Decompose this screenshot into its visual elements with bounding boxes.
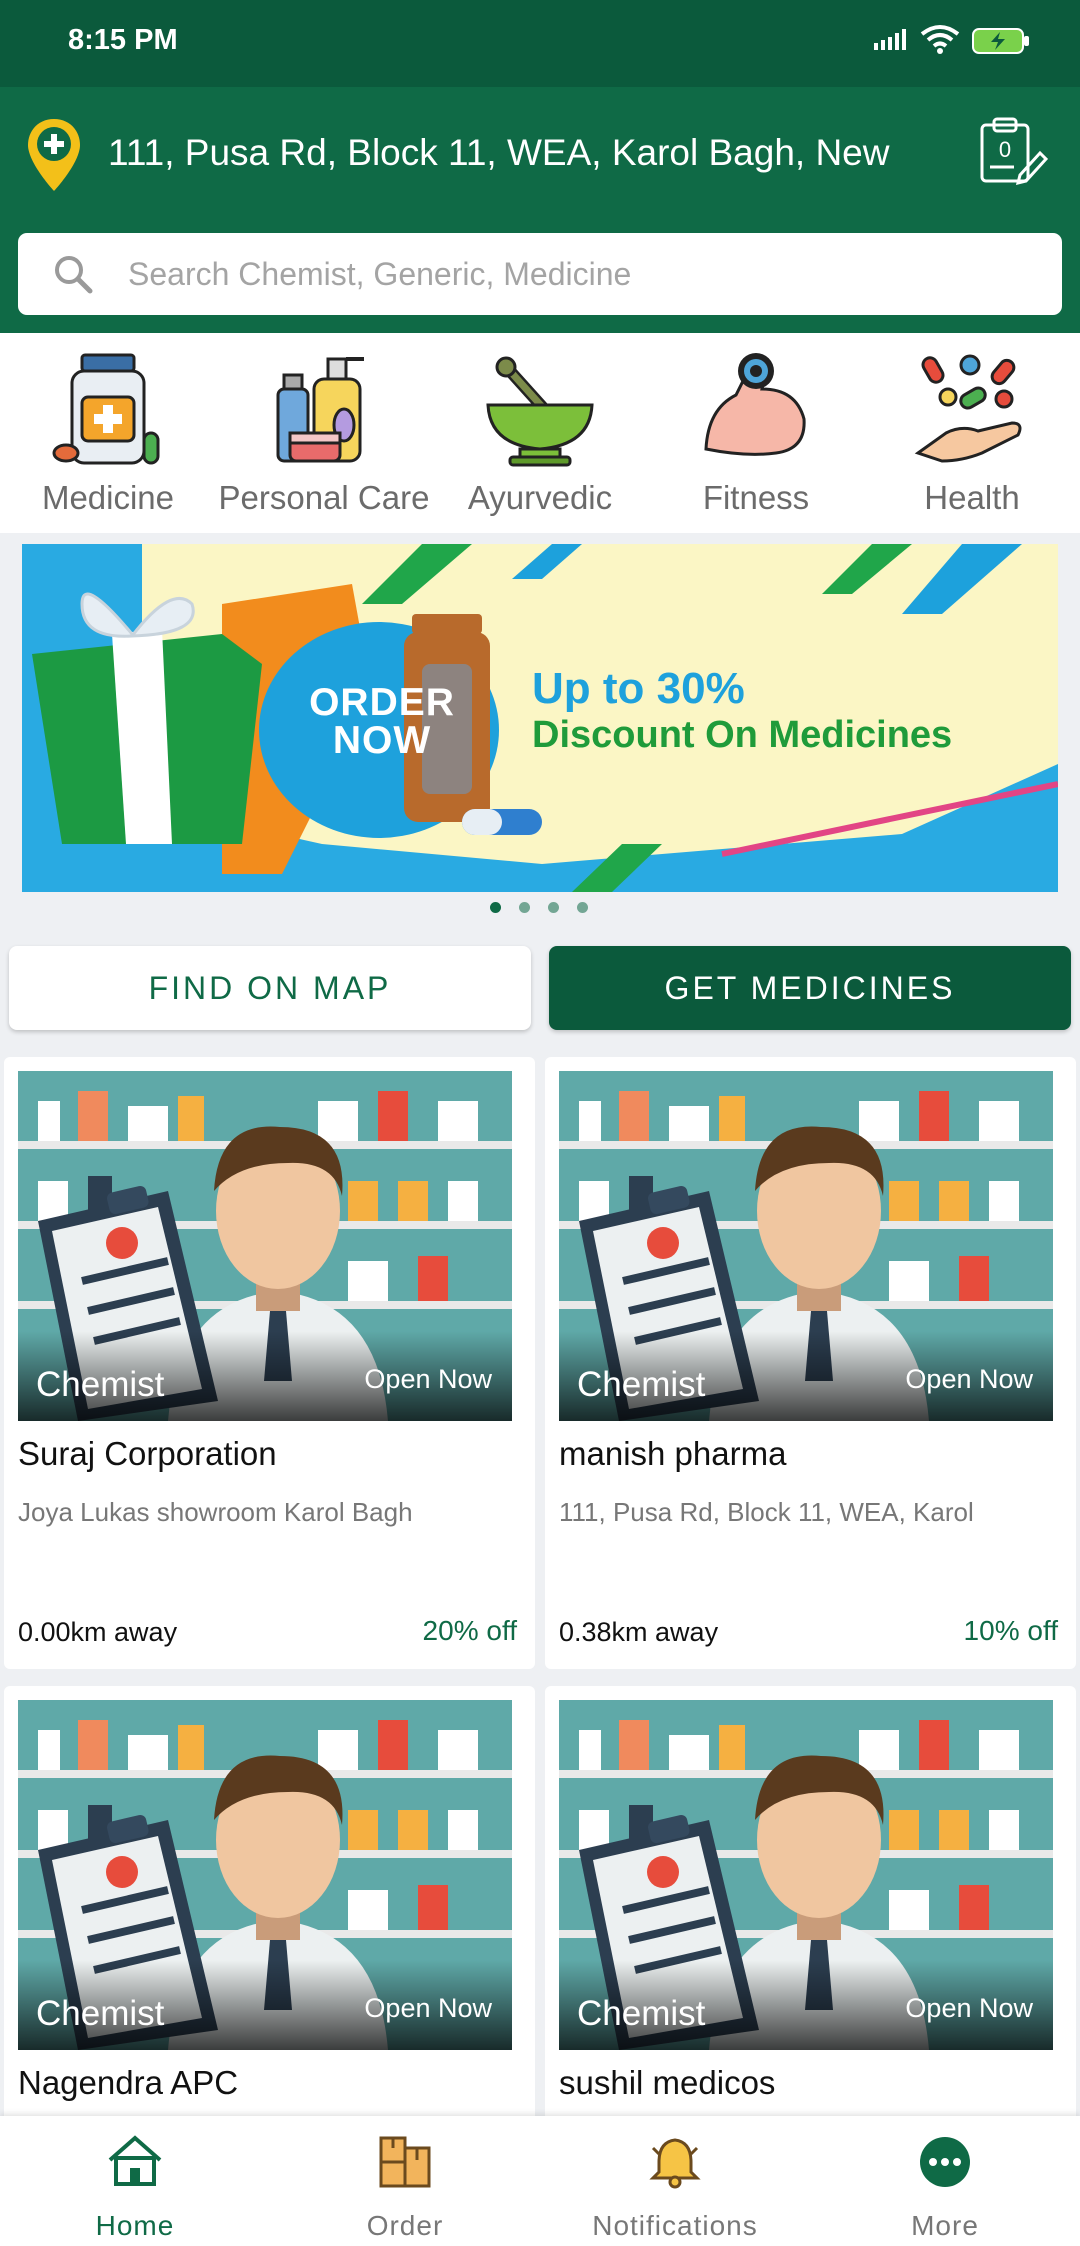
wifi-icon <box>920 25 960 54</box>
store-type: Chemist <box>577 1365 706 1404</box>
store-discount: 20% off <box>422 1615 517 1646</box>
category-personal-care[interactable]: Personal Care <box>216 333 432 533</box>
carousel-dot[interactable] <box>519 902 530 913</box>
open-status: Open Now <box>364 1364 492 1394</box>
nav-label: Home <box>95 2210 175 2241</box>
store-name: Nagendra APC <box>18 2064 239 2101</box>
category-medicine[interactable]: Medicine <box>0 333 216 533</box>
status-bar: 8:15 PM <box>0 0 1080 87</box>
nav-home[interactable]: Home <box>0 2116 270 2246</box>
medicine-bottle-icon <box>52 353 160 465</box>
category-label: Personal Care <box>218 479 430 516</box>
signal-icon <box>874 29 906 50</box>
store-card[interactable]: Chemist Open Now Nagendra APC <box>4 1686 535 2126</box>
store-image: Chemist Open Now <box>559 1071 1053 1421</box>
get-medicines-button[interactable]: GET MEDICINES <box>549 946 1071 1030</box>
store-address: Joya Lukas showroom Karol Bagh <box>18 1497 413 1527</box>
order-box-icon <box>379 2136 431 2188</box>
search-input[interactable] <box>128 247 1028 301</box>
carousel-dot-active[interactable] <box>490 902 501 913</box>
location-pin-icon[interactable] <box>26 117 82 193</box>
category-strip: Medicine Personal Care Ayurvedic Fitness… <box>0 333 1080 533</box>
bottom-navigation: Home Order Notifications More <box>0 2116 1080 2246</box>
store-image: Chemist Open Now <box>18 1071 512 1421</box>
nav-label: Notifications <box>592 2210 758 2241</box>
store-distance: 0.38km away <box>559 1617 719 1647</box>
status-time: 8:15 PM <box>68 24 178 56</box>
banner-headline: Up to 30% <box>532 664 745 713</box>
category-label: Health <box>924 479 1020 516</box>
store-card[interactable]: Chemist Open Now sushil medicos <box>545 1686 1076 2126</box>
open-status: Open Now <box>905 1364 1033 1394</box>
prescription-upload-icon[interactable]: 0 <box>976 115 1048 187</box>
open-status: Open Now <box>905 1993 1033 2023</box>
store-distance: 0.00km away <box>18 1617 178 1647</box>
banner-subheadline: Discount On Medicines <box>532 714 953 756</box>
carousel-indicator <box>490 902 590 914</box>
category-label: Fitness <box>702 479 810 516</box>
banner-cta: ORDER NOW <box>309 681 455 762</box>
store-discount: 10% off <box>963 1615 1058 1646</box>
category-ayurvedic[interactable]: Ayurvedic <box>432 333 648 533</box>
nav-label: More <box>911 2210 979 2241</box>
store-name: Suraj Corporation <box>18 1435 277 1472</box>
open-status: Open Now <box>364 1993 492 2023</box>
category-fitness[interactable]: Fitness <box>648 333 864 533</box>
store-card[interactable]: Chemist Open Now manish pharma 111, Pusa… <box>545 1057 1076 1669</box>
personal-care-icon <box>276 357 364 463</box>
store-image: Chemist Open Now <box>559 1700 1053 2050</box>
nav-more[interactable]: More <box>810 2116 1080 2246</box>
store-card[interactable]: Chemist Open Now Suraj Corporation Joya … <box>4 1057 535 1669</box>
store-image: Chemist Open Now <box>18 1700 512 2050</box>
store-address: 111, Pusa Rd, Block 11, WEA, Karol <box>559 1497 974 1527</box>
nav-order[interactable]: Order <box>270 2116 540 2246</box>
search-icon <box>55 256 93 294</box>
delivery-address[interactable]: 111, Pusa Rd, Block 11, WEA, Karol Bagh,… <box>108 132 908 174</box>
store-type: Chemist <box>577 1994 706 2033</box>
svg-text:0: 0 <box>999 137 1011 162</box>
category-label: Medicine <box>41 479 175 516</box>
pills-hand-icon <box>914 354 1022 463</box>
search-bar[interactable] <box>18 233 1062 315</box>
mortar-pestle-icon <box>486 356 594 467</box>
carousel-dot[interactable] <box>548 902 559 913</box>
category-label: Ayurvedic <box>467 479 613 516</box>
carousel-dot[interactable] <box>577 902 588 913</box>
bicep-icon <box>704 353 806 456</box>
nav-label: Order <box>366 2210 444 2241</box>
promo-banner[interactable]: ORDER NOW Up to 30% Discount On Medicine… <box>22 544 1058 892</box>
nav-notifications[interactable]: Notifications <box>540 2116 810 2246</box>
more-icon <box>920 2137 970 2187</box>
battery-charging-icon <box>972 28 1029 54</box>
find-on-map-button[interactable]: FIND ON MAP <box>9 946 531 1030</box>
category-health[interactable]: Health <box>864 333 1080 533</box>
bell-icon <box>649 2138 701 2189</box>
store-name: sushil medicos <box>559 2064 776 2101</box>
store-type: Chemist <box>36 1994 165 2033</box>
store-type: Chemist <box>36 1365 165 1404</box>
app-header: 111, Pusa Rd, Block 11, WEA, Karol Bagh,… <box>0 87 1080 333</box>
store-name: manish pharma <box>559 1435 787 1472</box>
home-icon <box>108 2135 162 2186</box>
